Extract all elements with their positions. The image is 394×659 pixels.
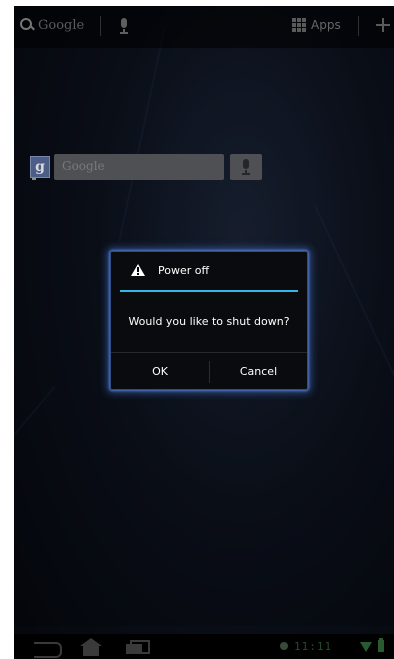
home-screen: Google Apps g Google Power off Would you… — [14, 6, 394, 659]
warning-icon — [131, 264, 145, 276]
battery-icon — [378, 638, 384, 652]
wifi-icon — [360, 642, 372, 652]
device-frame: Google Apps g Google Power off Would you… — [0, 0, 394, 659]
system-bar: 11:11 — [14, 634, 394, 659]
dialog-message: Would you like to shut down? — [128, 315, 290, 328]
dialog-title: Power off — [158, 264, 210, 277]
home-icon[interactable] — [80, 638, 102, 656]
notification-icon — [280, 642, 288, 650]
status-area[interactable]: 11:11 — [280, 638, 392, 654]
back-icon[interactable] — [34, 642, 62, 658]
ok-button[interactable]: OK — [111, 353, 209, 390]
power-off-dialog: Power off Would you like to shut down? O… — [110, 251, 308, 390]
recent-apps-icon[interactable] — [126, 640, 150, 654]
dialog-header: Power off — [111, 252, 307, 288]
cancel-button[interactable]: Cancel — [210, 353, 307, 390]
dialog-button-bar: OK Cancel — [111, 352, 307, 390]
dialog-title-divider — [120, 290, 298, 292]
status-clock: 11:11 — [294, 640, 333, 653]
